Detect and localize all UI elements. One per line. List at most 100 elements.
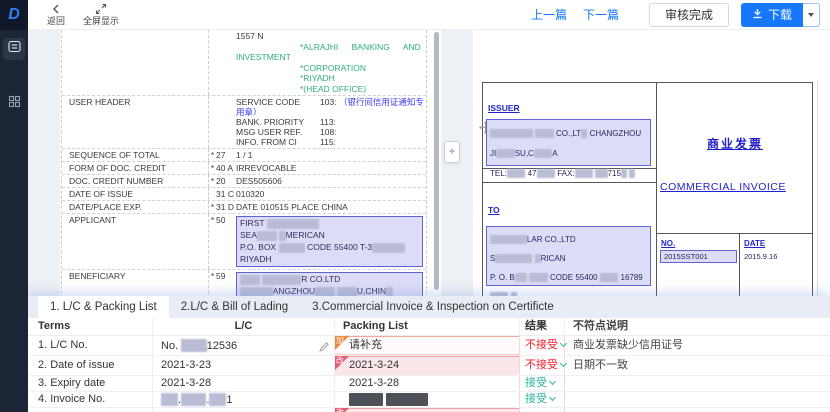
result-select[interactable]: 接受 (520, 392, 565, 407)
redacted-text: ██████ (490, 235, 527, 244)
tab-3[interactable]: 3.Commercial Invoice & Inspection on Cer… (300, 296, 566, 318)
swift-field-row: FORM OF DOC. CREDIT*40 AIRREVOCABLE (62, 162, 426, 175)
grid-icon (8, 95, 21, 113)
redacted-text: ███ (257, 231, 277, 241)
swift-field-row: DOC. CREDIT NUMBER*20DES505606 (62, 175, 426, 188)
to-highlight-box[interactable]: ██████LAR CO.,LTDS██████ █RICANP. O. B██… (486, 226, 651, 286)
issuer-highlight-box[interactable]: ███████ ███ CO.,LT█ CHANGZHOU JI███SU,C█… (486, 119, 651, 166)
user-header-entry: SERVICE CODE103: （银行间信用证通知专用章） (236, 97, 424, 117)
swift-bank-header-row: 1557 N*ALRAJHI BANKING ANDINVESTMENT*COR… (62, 30, 426, 96)
user-header-label: USER HEADER (62, 96, 208, 148)
redacted-text: ██████ (495, 254, 532, 263)
previous-doc-link[interactable]: 上一篇 (531, 6, 567, 23)
back-chevron-icon (51, 3, 61, 16)
download-label: 下载 (768, 6, 792, 23)
term-cell: 2. Date of issue (28, 356, 153, 375)
document-scrollbar[interactable] (434, 32, 439, 290)
swift-field-row: BENEFICIARY*59███ ██████R CO.LTD█████ANG… (62, 270, 426, 296)
download-button[interactable]: 下载 (741, 3, 803, 27)
invoice-no-box[interactable]: 2015SST001 (660, 250, 737, 263)
sidebar-item-apps[interactable] (3, 93, 25, 115)
header-result: 结果 (520, 318, 565, 335)
to-lines: ██████LAR CO.,LTDS██████ █RICANP. O. B██… (487, 227, 650, 296)
lc-value-cell: 2021-3-28 (153, 376, 335, 391)
result-select[interactable]: 接受 (520, 376, 565, 391)
discrepancy-note-cell: 日期不一致 (565, 356, 830, 375)
redacted-text: █ (629, 169, 635, 178)
packing-list-value-cell[interactable]: 2021-3-28 (335, 376, 520, 391)
swift-header-line: *RIYADH (236, 73, 424, 84)
redacted-text: ██ (209, 393, 226, 406)
download-icon (752, 8, 763, 22)
packing-list-value-cell[interactable]: 改2021-3-24 (335, 356, 520, 375)
redacted-text: █████ (240, 287, 273, 296)
comparison-row: 2. Date of issue2021-3-23改2021-3-24不接受日期… (28, 356, 830, 376)
user-header-entry: INFO. FROM CI115: (236, 137, 424, 147)
packing-list-value-cell[interactable]: 加请补充 (335, 336, 520, 355)
comparison-row: 改 (28, 408, 830, 412)
lc-value-cell: No. ███12536 (153, 336, 335, 355)
field-highlight-box[interactable]: ███ ██████R CO.LTD█████ANGZHOU███ ███U,C… (236, 272, 423, 296)
comparison-header-row: Terms L/C Packing List 结果 不符点说明 (28, 318, 830, 336)
swift-rows: SEQUENCE OF TOTAL*271 / 1FORM OF DOC. CR… (62, 149, 426, 296)
term-cell: 3. Expiry date (28, 376, 153, 391)
field-highlight-box[interactable]: FIRST ████████SEA███ █MERICANP.O. BOX ██… (236, 216, 423, 267)
swift-header-line: *ALRAJHI BANKING AND (236, 42, 424, 53)
redacted-text: █ (279, 231, 286, 241)
swift-table: 1557 N*ALRAJHI BANKING ANDINVESTMENT*COR… (61, 30, 427, 296)
fullscreen-button[interactable]: 全屏显示 (83, 3, 119, 26)
term-cell (28, 408, 153, 412)
panel-expand-button[interactable]: + (444, 141, 460, 163)
discrepancy-note-cell (565, 376, 830, 391)
redacted-text: ██ (595, 169, 607, 178)
comparison-row: 4. Invoice No.██.███.██1▓▓▓▓ ▓▓▓▓▓接受 (28, 392, 830, 408)
review-complete-button[interactable]: 审核完成 (649, 3, 729, 27)
result-select[interactable]: 不接受 (520, 356, 565, 375)
swift-header-line: *(HEAD OFFICE) (236, 84, 424, 95)
caret-down-icon (808, 13, 814, 17)
swift-header-line: INVESTMENT (236, 52, 424, 63)
sidebar-item-document-review[interactable] (3, 38, 25, 60)
result-select[interactable]: 不接受 (520, 336, 565, 355)
lc-value-cell (153, 408, 335, 412)
header-discrepancy-note: 不符点说明 (565, 318, 830, 335)
lc-document-panel[interactable]: 1557 N*ALRAJHI BANKING ANDINVESTMENT*COR… (60, 30, 441, 296)
packing-list-value-cell[interactable]: ▓▓▓▓ ▓▓▓▓▓ (335, 392, 520, 407)
redacted-text: ███████ (490, 129, 533, 138)
invoice-document-panel[interactable]: ISSUER ███████ ███ CO.,LT█ CHANGZHOU JI█… (473, 30, 830, 296)
redacted-text: ███ (535, 129, 553, 138)
tab-2[interactable]: 2.L/C & Bill of Lading (169, 296, 300, 318)
invoice-date-value: 2015.9.16 (744, 252, 777, 261)
swift-field-row: APPLICANT*50FIRST ████████SEA███ █MERICA… (62, 214, 426, 270)
swift-header-line: *CORPORATION (236, 63, 424, 74)
tab-1[interactable]: 1. L/C & Packing List (38, 296, 169, 318)
discrepancy-note-cell: 商业发票缺少信用证号 (565, 336, 830, 355)
download-menu-button[interactable] (803, 3, 820, 27)
redacted-text: █ (535, 254, 541, 263)
discrepancy-note-cell (565, 408, 830, 412)
invoice-table: ISSUER ███████ ███ CO.,LT█ CHANGZHOU JI█… (482, 82, 813, 296)
redacted-text: ███ (337, 287, 357, 296)
swift-bank-lines: 1557 N*ALRAJHI BANKING ANDINVESTMENT*COR… (234, 30, 426, 95)
top-toolbar: 返回 全屏显示 上一篇 下一篇 审核完成 下载 (28, 0, 830, 30)
change-corner-badge: 加 (335, 336, 349, 350)
next-doc-link[interactable]: 下一篇 (583, 6, 619, 23)
comparison-row: 3. Expiry date2021-3-282021-3-28接受 (28, 376, 830, 392)
redacted-text: ███ (537, 169, 555, 178)
redacted-text: ██ (515, 273, 527, 282)
term-cell: 1. L/C No. (28, 336, 153, 355)
user-header-entry: MSG USER REF.108: (236, 127, 424, 137)
user-header-entries: SERVICE CODE103: （银行间信用证通知专用章）BANK. PRIO… (234, 96, 426, 148)
redacted-text: ███ (240, 275, 260, 285)
redacted-text: █ (386, 287, 393, 296)
discrepancy-note-cell (565, 392, 830, 407)
packing-list-value-cell[interactable]: 改 (335, 408, 520, 412)
redacted-text: ███ (534, 149, 552, 158)
header-terms: Terms (28, 318, 153, 335)
redacted-text: ███ (181, 339, 206, 352)
comparison-row: 1. L/C No.No. ███12536加请补充不接受商业发票缺少信用证号 (28, 336, 830, 356)
comparison-table: Terms L/C Packing List 结果 不符点说明 1. L/C N… (28, 318, 830, 412)
redacted-text: █ (621, 169, 627, 178)
back-button[interactable]: 返回 (47, 3, 65, 26)
redacted-text: ███ (529, 273, 547, 282)
